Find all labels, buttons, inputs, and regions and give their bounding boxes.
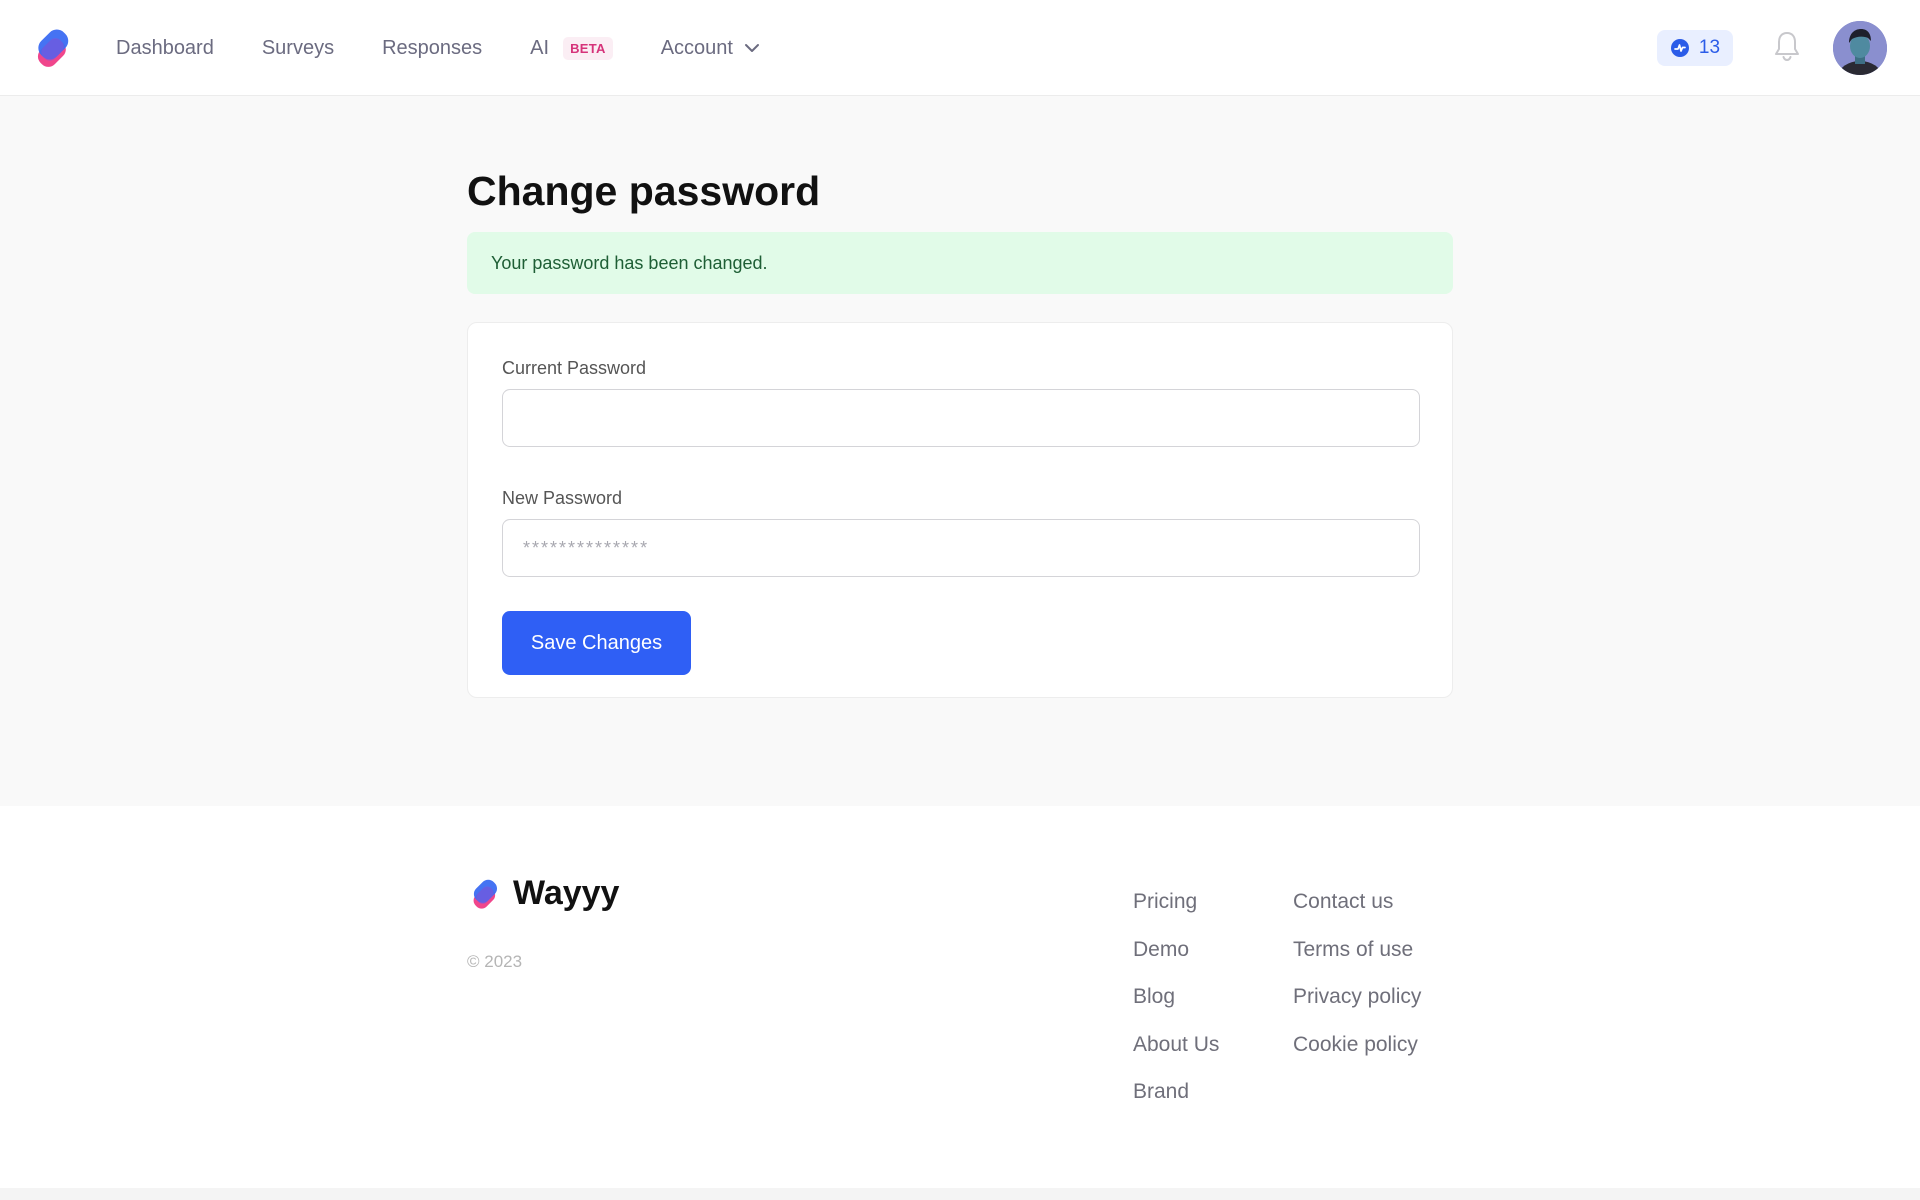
change-password-form: Current Password New Password Save Chang… bbox=[467, 322, 1453, 698]
chevron-down-icon bbox=[744, 44, 759, 52]
nav-dashboard[interactable]: Dashboard bbox=[116, 37, 214, 60]
avatar[interactable] bbox=[1833, 21, 1887, 75]
nav-dashboard-label: Dashboard bbox=[116, 36, 214, 59]
success-alert-text: Your password has been changed. bbox=[491, 252, 768, 273]
nav-surveys-label: Surveys bbox=[261, 36, 335, 59]
footer-brand[interactable]: Wayyy bbox=[469, 874, 619, 913]
main-content: Change password Your password has been c… bbox=[467, 96, 1453, 698]
nav-account-dropdown[interactable]: Account bbox=[661, 37, 761, 60]
success-alert: Your password has been changed. bbox=[467, 232, 1453, 294]
credits-count: 13 bbox=[1698, 37, 1721, 58]
footer-link-blog[interactable]: Blog bbox=[1133, 979, 1219, 1027]
footer-link-terms-of-use[interactable]: Terms of use bbox=[1293, 932, 1421, 980]
nav-responses[interactable]: Responses bbox=[382, 37, 482, 60]
footer: Wayyy © 2023 Pricing Demo Blog About Us … bbox=[0, 806, 1920, 1188]
logo-icon bbox=[473, 879, 498, 909]
footer-link-brand[interactable]: Brand bbox=[1133, 1074, 1219, 1122]
footer-link-contact-us[interactable]: Contact us bbox=[1293, 884, 1421, 932]
new-password-label: New Password bbox=[502, 488, 623, 508]
nav-responses-label: Responses bbox=[382, 36, 483, 59]
page-title: Change password bbox=[467, 168, 821, 214]
current-password-input[interactable] bbox=[502, 389, 1420, 447]
footer-link-privacy-policy[interactable]: Privacy policy bbox=[1293, 979, 1421, 1027]
nav-ai[interactable]: AI BETA bbox=[530, 36, 613, 60]
new-password-input[interactable] bbox=[502, 519, 1420, 577]
nav-ai-label: AI bbox=[530, 36, 550, 59]
current-password-label: Current Password bbox=[502, 358, 647, 378]
footer-brand-name: Wayyy bbox=[513, 874, 620, 912]
user-avatar-image bbox=[1833, 21, 1887, 75]
footer-links-col-1: Pricing Demo Blog About Us Brand bbox=[1133, 884, 1219, 1122]
footer-link-demo[interactable]: Demo bbox=[1133, 932, 1219, 980]
footer-link-about-us[interactable]: About Us bbox=[1133, 1027, 1219, 1075]
credits-badge[interactable]: 13 bbox=[1657, 30, 1733, 66]
footer-bottom-strip bbox=[0, 1188, 1920, 1200]
logo-icon[interactable] bbox=[32, 26, 76, 70]
nav-surveys[interactable]: Surveys bbox=[262, 37, 334, 60]
bell-icon[interactable] bbox=[1772, 30, 1802, 64]
footer-links-col-2: Contact us Terms of use Privacy policy C… bbox=[1293, 884, 1421, 1074]
footer-link-cookie-policy[interactable]: Cookie policy bbox=[1293, 1027, 1421, 1075]
nav-account-label: Account bbox=[660, 36, 733, 59]
copyright-text: © 2023 bbox=[467, 952, 523, 971]
bolt-circle-icon bbox=[1670, 39, 1689, 57]
footer-link-pricing[interactable]: Pricing bbox=[1133, 884, 1219, 932]
beta-badge: BETA bbox=[563, 36, 613, 60]
main-nav: Dashboard Surveys Responses AI BETA Acco… bbox=[116, 0, 809, 96]
top-navbar: Dashboard Surveys Responses AI BETA Acco… bbox=[0, 0, 1920, 96]
save-changes-button[interactable]: Save Changes bbox=[502, 611, 691, 675]
